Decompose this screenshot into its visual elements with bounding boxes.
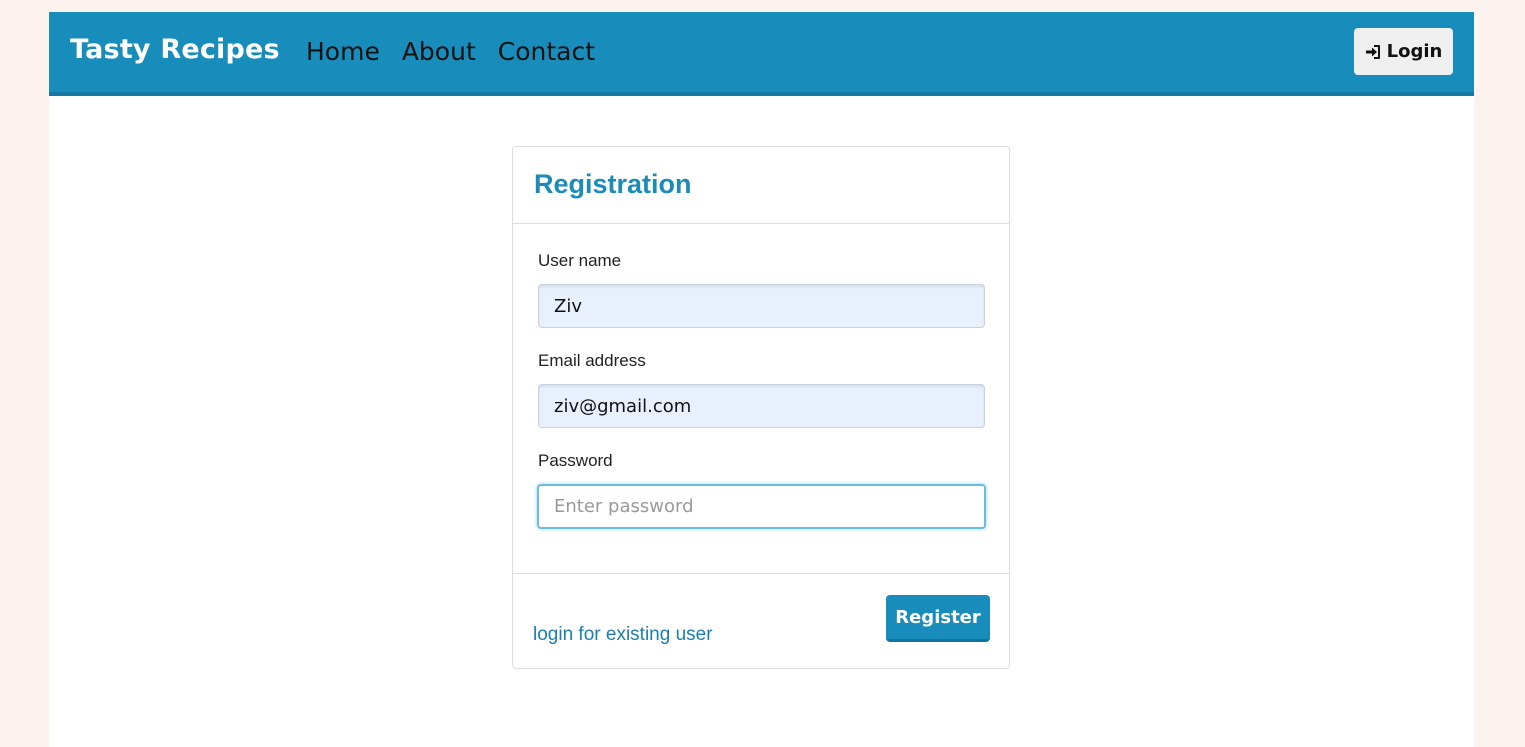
email-field[interactable] — [538, 384, 985, 428]
nav-link-home[interactable]: Home — [306, 37, 380, 66]
nav-link-contact[interactable]: Contact — [498, 37, 595, 66]
card-header: Registration — [513, 147, 1009, 224]
username-label: User name — [538, 251, 622, 270]
login-button[interactable]: Login — [1354, 28, 1453, 75]
sign-in-icon — [1365, 44, 1381, 60]
email-group: Email address — [538, 351, 985, 428]
brand-logo[interactable]: Tasty Recipes — [70, 34, 280, 65]
register-button[interactable]: Register — [886, 595, 990, 642]
password-group: Password — [537, 451, 986, 529]
login-button-label: Login — [1386, 41, 1443, 62]
card-footer: login for existing user Register — [513, 573, 1009, 669]
password-label: Password — [538, 451, 613, 470]
nav-links: Home About Contact — [306, 37, 595, 66]
nav-link-about[interactable]: About — [402, 37, 476, 66]
password-field[interactable] — [537, 484, 986, 529]
card-title: Registration — [534, 169, 692, 199]
username-group: User name — [538, 251, 985, 328]
page-container: Tasty Recipes Home About Contact Login R… — [49, 12, 1474, 747]
username-field[interactable] — [538, 284, 985, 328]
existing-user-login-link[interactable]: login for existing user — [533, 624, 713, 646]
email-label: Email address — [538, 351, 646, 370]
navbar: Tasty Recipes Home About Contact Login — [49, 12, 1474, 96]
registration-card: Registration User name Email address Pas… — [512, 146, 1010, 669]
